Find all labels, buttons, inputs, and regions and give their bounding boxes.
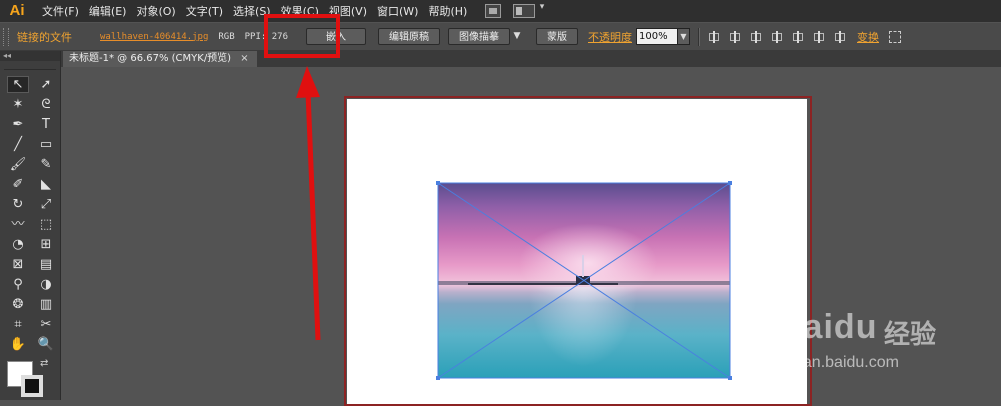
perspective-icon[interactable]: ⊞ bbox=[35, 236, 57, 253]
pier-hut bbox=[576, 276, 590, 284]
align-to-icon[interactable] bbox=[707, 30, 721, 44]
panel-grip[interactable] bbox=[4, 61, 56, 70]
column-graph-icon[interactable]: ▥ bbox=[35, 296, 57, 313]
align-right-icon[interactable] bbox=[770, 30, 784, 44]
workspace-switcher-icon[interactable] bbox=[513, 2, 544, 18]
control-bar: 链接的文件 wallhaven-406414.jpg RGB PPI: 276 … bbox=[0, 23, 1001, 51]
tools-panel: ◂◂ ↖ ➚ ✶ ᘓ ✒ T ╱ ▭ 🖌 ✎ ✐ ◣ ↻ ⤢ 〰 ⬚ ◔ ⊞ ⊠ ▤ ⚲ ◑ ❂ ▥ ⌗ ✂ ✋ 🔍 ⇄ bbox=[0, 51, 61, 400]
embed-button[interactable]: 嵌入 bbox=[306, 28, 366, 45]
trace-preset-dropdown[interactable]: ▼ bbox=[512, 28, 522, 45]
blend-icon[interactable]: ◑ bbox=[35, 276, 57, 293]
eyedropper-icon[interactable]: ⚲ bbox=[7, 276, 29, 293]
edit-original-button[interactable]: 编辑原稿 bbox=[378, 28, 440, 45]
tool-grid: ↖ ➚ ✶ ᘓ ✒ T ╱ ▭ 🖌 ✎ ✐ ◣ ↻ ⤢ 〰 ⬚ ◔ ⊞ ⊠ ▤ ⚲ ◑ ❂ ▥ ⌗ ✂ ✋ 🔍 bbox=[0, 70, 60, 353]
paintbrush-icon[interactable]: 🖌 bbox=[7, 156, 29, 173]
bridge-icon[interactable] bbox=[485, 4, 502, 18]
app-logo: Ai bbox=[9, 2, 25, 19]
menu-select[interactable]: 选择(S) bbox=[233, 3, 271, 19]
opacity-label[interactable]: 不透明度 bbox=[588, 29, 632, 45]
document-tab-strip: 未标题-1* @ 66.67% (CMYK/预览) × bbox=[61, 51, 1001, 67]
image-trace-button[interactable]: 图像描摹 bbox=[448, 28, 510, 45]
free-transform-icon[interactable]: ⬚ bbox=[35, 216, 57, 233]
placed-image[interactable] bbox=[438, 183, 730, 378]
document-title: 未标题-1* @ 66.67% (CMYK/预览) bbox=[69, 53, 232, 64]
menu-type[interactable]: 文字(T) bbox=[186, 3, 223, 19]
mesh-icon[interactable]: ⊠ bbox=[7, 256, 29, 273]
zoom-icon[interactable]: 🔍 bbox=[35, 336, 57, 353]
warp-icon[interactable]: 〰 bbox=[7, 216, 29, 233]
watermark-url: jingyan.baidu.com bbox=[770, 354, 899, 371]
menu-object[interactable]: 对象(O) bbox=[136, 3, 175, 19]
eraser-icon[interactable]: ◣ bbox=[35, 176, 57, 193]
shape-builder-icon[interactable]: ◔ bbox=[7, 236, 29, 253]
artboard-icon[interactable]: ⌗ bbox=[7, 316, 29, 333]
gradient-icon[interactable]: ▤ bbox=[35, 256, 57, 273]
swap-colors-icon[interactable]: ⇄ bbox=[40, 358, 48, 369]
divider bbox=[698, 27, 700, 46]
menu-edit[interactable]: 编辑(E) bbox=[89, 3, 127, 19]
close-tab-icon[interactable]: × bbox=[240, 53, 248, 64]
mask-button[interactable]: 蒙版 bbox=[536, 28, 578, 45]
align-left-icon[interactable] bbox=[728, 30, 742, 44]
panel-grip[interactable] bbox=[3, 27, 9, 46]
rotate-icon[interactable]: ↻ bbox=[7, 196, 29, 213]
isolate-selection-icon[interactable] bbox=[889, 30, 901, 43]
baidu-watermark: Baidu 经验 jingyan.baidu.com bbox=[764, 288, 964, 378]
linked-file-label[interactable]: 链接的文件 bbox=[17, 29, 72, 45]
magic-wand-icon[interactable]: ✶ bbox=[7, 96, 29, 113]
align-horizontal-center-icon[interactable] bbox=[749, 30, 763, 44]
type-icon[interactable]: T bbox=[35, 116, 57, 133]
opacity-dropdown[interactable]: ▼ bbox=[678, 28, 690, 45]
symbol-sprayer-icon[interactable]: ❂ bbox=[7, 296, 29, 313]
transform-link[interactable]: 变换 bbox=[857, 29, 879, 45]
watermark-cn: 经验 bbox=[884, 320, 937, 350]
menu-help[interactable]: 帮助(H) bbox=[428, 3, 467, 19]
document-tab[interactable]: 未标题-1* @ 66.67% (CMYK/预览) × bbox=[63, 51, 257, 67]
stroke-color-swatch[interactable] bbox=[21, 375, 43, 397]
menu-file[interactable]: 文件(F) bbox=[42, 3, 79, 19]
hand-icon[interactable]: ✋ bbox=[7, 336, 29, 353]
menu-bar: Ai 文件(F) 编辑(E) 对象(O) 文字(T) 选择(S) 效果(C) 视… bbox=[0, 0, 1001, 22]
slice-icon[interactable]: ✂ bbox=[35, 316, 57, 333]
lasso-icon[interactable]: ᘓ bbox=[35, 96, 57, 113]
opacity-input[interactable]: 100% bbox=[636, 28, 678, 45]
pier bbox=[468, 283, 618, 285]
scale-icon[interactable]: ⤢ bbox=[35, 196, 57, 213]
pen-icon[interactable]: ✒ bbox=[7, 116, 29, 133]
align-bottom-icon[interactable] bbox=[833, 30, 847, 44]
ppi-value: PPI: 276 bbox=[244, 31, 288, 42]
line-icon[interactable]: ╱ bbox=[7, 136, 29, 153]
watermark-brand: Baidu bbox=[778, 308, 878, 346]
selection-icon[interactable]: ↖ bbox=[7, 76, 29, 93]
direct-selection-icon[interactable]: ➚ bbox=[35, 76, 57, 93]
align-vertical-center-icon[interactable] bbox=[812, 30, 826, 44]
color-mode: RGB bbox=[218, 31, 235, 42]
rectangle-icon[interactable]: ▭ bbox=[35, 136, 57, 153]
menu-window[interactable]: 窗口(W) bbox=[377, 3, 418, 19]
pencil-icon[interactable]: ✎ bbox=[35, 156, 57, 173]
collapse-icon[interactable]: ◂◂ bbox=[0, 51, 60, 61]
water-reflection bbox=[528, 287, 638, 367]
blob-brush-icon[interactable]: ✐ bbox=[7, 176, 29, 193]
linked-filename[interactable]: wallhaven-406414.jpg bbox=[100, 32, 208, 42]
align-top-icon[interactable] bbox=[791, 30, 805, 44]
menu-view[interactable]: 视图(V) bbox=[329, 3, 367, 19]
menu-effect[interactable]: 效果(C) bbox=[281, 3, 319, 19]
pier-mast bbox=[582, 255, 584, 277]
